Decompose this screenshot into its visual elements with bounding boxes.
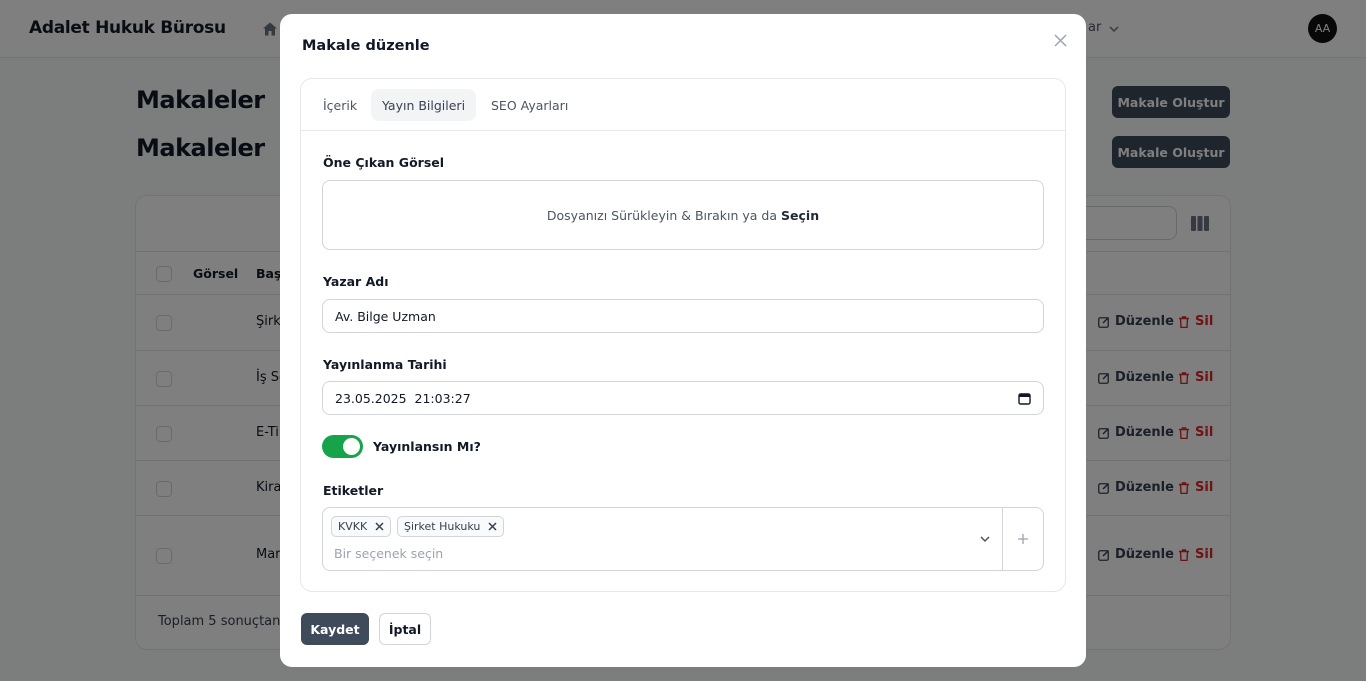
publish-date-label: Yayınlanma Tarihi	[323, 357, 447, 372]
save-button[interactable]: Kaydet	[301, 613, 369, 645]
tags-placeholder: Bir seçenek seçin	[334, 546, 444, 561]
close-button[interactable]	[1050, 30, 1070, 50]
tags-input-area[interactable]: KVKK Şirket Hukuku Bir seçenek seçin	[323, 508, 1003, 570]
form-card: İçerik Yayın Bilgileri SEO Ayarları Öne …	[300, 78, 1066, 592]
chevron-down-icon[interactable]	[979, 533, 991, 545]
author-value: Av. Bilge Uzman	[335, 308, 436, 324]
plus-icon	[1018, 534, 1028, 544]
tag-chip-label: Şirket Hukuku	[404, 520, 481, 533]
edit-article-modal: Makale düzenle İçerik Yayın Bilgileri SE…	[280, 14, 1086, 667]
tags-select[interactable]: KVKK Şirket Hukuku Bir seçenek seçin	[322, 507, 1044, 571]
publish-toggle[interactable]	[322, 435, 363, 458]
tag-chip: KVKK	[331, 516, 392, 537]
tag-chip: Şirket Hukuku	[397, 516, 505, 537]
cancel-button[interactable]: İptal	[379, 613, 431, 645]
calendar-icon[interactable]	[1018, 392, 1031, 405]
tab-publish-info[interactable]: Yayın Bilgileri	[371, 89, 477, 121]
dropzone-text: Dosyanızı Sürükleyin & Bırakın ya da	[546, 207, 778, 223]
tab-seo-settings[interactable]: SEO Ayarları	[480, 89, 579, 121]
remove-tag-icon[interactable]	[375, 522, 384, 531]
close-icon	[1053, 33, 1067, 47]
tag-chip-label: KVKK	[338, 520, 368, 533]
featured-image-label: Öne Çıkan Görsel	[323, 155, 445, 170]
tab-content[interactable]: İçerik	[312, 89, 368, 121]
publish-toggle-label: Yayınlansın Mı?	[373, 439, 481, 454]
author-field[interactable]: Av. Bilge Uzman	[322, 299, 1044, 333]
tags-label: Etiketler	[323, 483, 384, 498]
publish-date-field[interactable]: 23.05.2025 21:03:27	[322, 381, 1044, 415]
choose-file-link[interactable]: Seçin	[781, 208, 819, 223]
author-label: Yazar Adı	[323, 274, 389, 289]
add-tag-button[interactable]	[1003, 508, 1043, 570]
toggle-knob	[343, 438, 360, 455]
publish-date-value: 23.05.2025 21:03:27	[335, 390, 471, 406]
tab-bar: İçerik Yayın Bilgileri SEO Ayarları	[301, 79, 1065, 131]
remove-tag-icon[interactable]	[488, 522, 497, 531]
file-dropzone[interactable]: Dosyanızı Sürükleyin & Bırakın ya da Seç…	[322, 180, 1044, 250]
modal-title: Makale düzenle	[302, 38, 430, 54]
